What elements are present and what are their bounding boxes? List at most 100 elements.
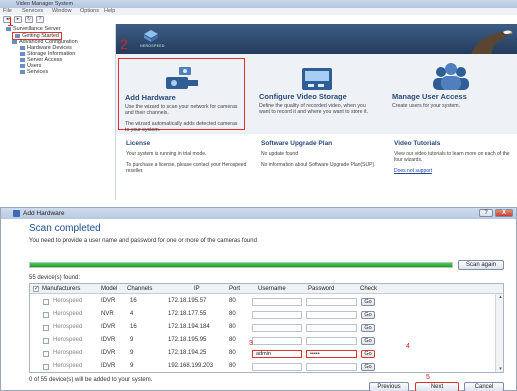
username-input[interactable] bbox=[252, 324, 302, 332]
help-button[interactable]: ? bbox=[479, 209, 493, 217]
annotation-3: 3 bbox=[249, 340, 253, 347]
row-checkbox[interactable] bbox=[43, 338, 49, 344]
menu-services[interactable]: Services bbox=[22, 8, 43, 15]
getting-started-pane: HEROSPEED 2 Add Hardware Use the wizard … bbox=[116, 24, 517, 200]
devices-added-note: 0 of 55 device(s) will be added to your … bbox=[29, 377, 153, 383]
username-input[interactable] bbox=[252, 363, 302, 371]
cell-channels: 9 bbox=[130, 363, 134, 369]
password-input[interactable] bbox=[306, 311, 357, 319]
table-row: Herospeed IDVR 16 172.18.194.184 80 Go bbox=[30, 322, 495, 333]
manage-users-card[interactable]: Manage User Access Create users for your… bbox=[384, 54, 517, 134]
password-input[interactable]: ••••• bbox=[306, 350, 357, 358]
scroll-up-icon[interactable]: ▴ bbox=[496, 294, 503, 301]
annotation-1: 1 bbox=[7, 15, 14, 29]
software-upgrade-card: Software Upgrade Plan No update found No… bbox=[261, 140, 376, 168]
select-all-checkbox[interactable] bbox=[33, 285, 39, 292]
password-input[interactable] bbox=[306, 337, 357, 345]
cell-channels: 9 bbox=[130, 350, 134, 356]
forward-icon[interactable]: ▸ bbox=[14, 16, 22, 23]
gear-icon bbox=[20, 69, 25, 74]
annotation-2: 2 bbox=[120, 36, 128, 52]
network-icon bbox=[20, 57, 25, 62]
previous-button[interactable]: Previous bbox=[369, 382, 409, 391]
main-menubar: File Services Window Options Help bbox=[0, 8, 517, 15]
row-checkbox[interactable] bbox=[43, 364, 49, 370]
col-model: Model bbox=[101, 286, 118, 292]
menu-help[interactable]: Help bbox=[104, 8, 115, 15]
row-checkbox[interactable] bbox=[43, 312, 49, 318]
col-username: Username bbox=[258, 286, 286, 292]
scan-again-button[interactable]: Scan again bbox=[458, 260, 504, 270]
menu-options[interactable]: Options bbox=[80, 8, 99, 15]
cell-ip: 172.18.195.95 bbox=[168, 337, 207, 343]
cell-channels: 16 bbox=[130, 298, 137, 304]
menu-window[interactable]: Window bbox=[52, 8, 72, 15]
tree-item-services[interactable]: Services bbox=[20, 69, 48, 75]
username-input[interactable] bbox=[252, 337, 302, 345]
col-manufacturers: Manufacturers bbox=[42, 286, 81, 292]
cell-port: 80 bbox=[229, 350, 236, 356]
devices-found-count: 55 device(s) found: bbox=[29, 275, 81, 281]
storage-icon bbox=[20, 51, 25, 56]
cancel-button[interactable]: Cancel bbox=[464, 382, 504, 391]
dialog-titlebar: Add Hardware ? X bbox=[1, 208, 516, 219]
eagle-icon bbox=[471, 30, 513, 54]
cell-manufacturer: Herospeed bbox=[53, 298, 83, 304]
scan-progress-fill bbox=[30, 263, 452, 267]
cell-port: 80 bbox=[229, 324, 236, 330]
password-input[interactable] bbox=[306, 324, 357, 332]
tutorials-link[interactable]: Does not support bbox=[394, 168, 510, 174]
add-hardware-title: Add Hardware bbox=[125, 93, 176, 102]
col-ip: IP bbox=[194, 286, 200, 292]
video-manager-window: Video Manager System File Services Windo… bbox=[0, 0, 517, 200]
cell-ip: 192.168.199.203 bbox=[168, 363, 214, 369]
cell-model: IDVR bbox=[101, 324, 116, 330]
cell-manufacturer: Herospeed bbox=[53, 324, 83, 330]
check-go-button[interactable]: Go bbox=[361, 324, 375, 332]
username-input[interactable] bbox=[252, 298, 302, 306]
username-input[interactable] bbox=[252, 311, 302, 319]
row-checkbox[interactable] bbox=[43, 325, 49, 331]
next-button[interactable]: Next bbox=[415, 382, 459, 391]
help-icon[interactable]: ? bbox=[36, 16, 44, 23]
refresh-icon[interactable]: ↻ bbox=[25, 16, 33, 23]
username-input[interactable]: admin bbox=[252, 350, 302, 358]
row-checkbox[interactable] bbox=[43, 299, 49, 305]
row-checkbox[interactable] bbox=[43, 351, 49, 357]
add-hardware-card[interactable]: Add Hardware Use the wizard to scan your… bbox=[118, 58, 245, 133]
camera-icon bbox=[165, 67, 198, 89]
app-icon bbox=[13, 210, 20, 217]
configure-storage-card[interactable]: Configure Video Storage Define the quali… bbox=[251, 54, 384, 134]
table-scrollbar[interactable]: ▴ ▾ bbox=[495, 294, 503, 372]
check-go-button[interactable]: Go bbox=[361, 337, 375, 345]
col-check: Check bbox=[360, 286, 378, 292]
scan-heading: Scan completed bbox=[29, 223, 101, 234]
check-go-button[interactable]: Go bbox=[361, 350, 375, 358]
cell-manufacturer: Herospeed bbox=[53, 311, 83, 317]
cell-channels: 9 bbox=[130, 337, 134, 343]
banner: HEROSPEED bbox=[116, 24, 517, 54]
add-hardware-dialog: Add Hardware ? X Scan completed You need… bbox=[0, 207, 517, 391]
table-row: Herospeed IDVR 9 172.18.194.25 80 admin ••••• G… bbox=[30, 348, 495, 359]
cell-port: 80 bbox=[229, 363, 236, 369]
table-row: Herospeed IDVR 9 192.168.199.203 80 Go bbox=[30, 361, 495, 372]
cell-ip: 172.18.194.25 bbox=[168, 350, 207, 356]
col-port: Port bbox=[229, 286, 241, 292]
cell-model: IDVR bbox=[101, 337, 116, 343]
password-input[interactable] bbox=[306, 298, 357, 306]
configure-storage-title: Configure Video Storage bbox=[259, 92, 347, 101]
annotation-4: 4 bbox=[406, 343, 410, 350]
cell-manufacturer: Herospeed bbox=[53, 363, 83, 369]
menu-file[interactable]: File bbox=[3, 8, 12, 15]
storage-icon bbox=[301, 68, 332, 90]
scroll-down-icon[interactable]: ▾ bbox=[496, 366, 503, 372]
cell-model: IDVR bbox=[101, 363, 116, 369]
cell-model: IDVR bbox=[101, 298, 116, 304]
password-input[interactable] bbox=[306, 363, 357, 371]
check-go-button[interactable]: Go bbox=[361, 363, 375, 371]
main-window-title: Video Manager System bbox=[16, 1, 74, 7]
close-button[interactable]: X bbox=[495, 209, 513, 217]
check-go-button[interactable]: Go bbox=[361, 298, 375, 306]
check-go-button[interactable]: Go bbox=[361, 311, 375, 319]
table-row: Herospeed IDVR 9 172.18.195.95 80 Go bbox=[30, 335, 495, 346]
